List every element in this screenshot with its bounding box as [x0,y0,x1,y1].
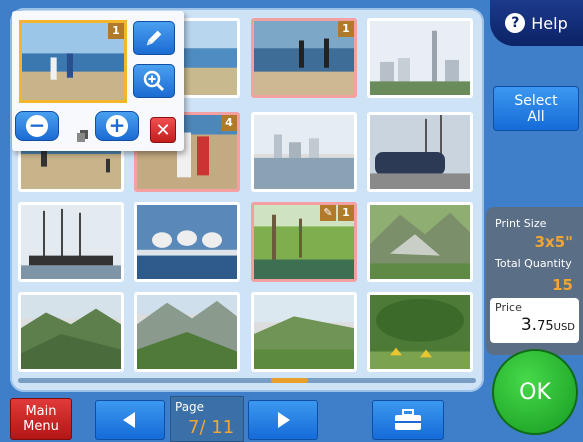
photo-thumb-3[interactable]: 1 [251,18,357,98]
total-quantity-label: Total Quantity [495,257,572,270]
zoom-in-icon [143,70,165,92]
photo-thumb-4[interactable] [367,18,473,98]
print-size-value: 3x5" [534,233,573,251]
edit-button[interactable] [133,21,175,55]
right-arrow-icon [278,412,290,428]
photo-thumb-13[interactable] [18,292,124,372]
total-quantity-value: 15 [552,276,573,294]
print-size-label: Print Size [495,217,547,230]
price-label: Price [495,301,522,314]
scrollbar-thumb[interactable] [271,378,308,383]
price-box: Price 3.75USD [490,298,579,343]
select-all-button[interactable]: Select All [493,86,579,131]
zoom-button[interactable] [133,64,175,98]
page-indicator: Page 7/ 11 [170,396,244,442]
main-menu-line1: Main [25,404,57,419]
quantity-badge: 1 [108,23,124,39]
plus-icon: + [106,115,128,137]
previous-page-button[interactable] [95,400,165,440]
help-label: Help [531,13,568,33]
toolbox-icon [395,409,421,430]
photo-thumb-16[interactable] [367,292,473,372]
next-page-button[interactable] [248,400,318,440]
help-icon: ? [505,13,526,33]
select-all-label-line2: All [527,108,545,125]
left-arrow-icon [123,412,135,428]
photo-thumb-9[interactable] [18,202,124,282]
pencil-icon [146,30,162,46]
increase-quantity-button[interactable]: + [95,111,139,141]
photo-thumb-11[interactable]: ✎ 1 [251,202,357,282]
price-currency: USD [553,322,575,333]
order-summary-panel: Print Size 3x5" Total Quantity 15 Price … [486,207,583,355]
close-popup-button[interactable]: ✕ [150,117,176,143]
photo-thumb-10[interactable] [134,202,240,282]
photo-thumb-14[interactable] [134,292,240,372]
ok-label: OK [519,379,551,405]
quantity-badge: 1 [338,205,354,221]
photo-edit-popup: 1 − + ✕ [12,11,184,151]
page-value: 7/ 11 [188,417,235,438]
popup-photo-preview[interactable]: 1 [19,20,127,103]
close-icon: ✕ [155,120,171,141]
help-button[interactable]: ? Help [490,0,583,46]
toolbox-button[interactable] [372,400,444,440]
main-menu-button[interactable]: Main Menu [10,398,72,440]
price-value: 3.75USD [521,315,575,335]
select-all-label-line1: Select [514,92,558,109]
ok-button[interactable]: OK [492,349,578,435]
edited-mark-icon: ✎ [320,205,336,221]
minus-icon: − [26,115,48,137]
main-menu-line2: Menu [23,419,59,434]
page-label: Page [175,400,205,414]
decrease-quantity-button[interactable]: − [15,111,59,141]
quantity-badge: 1 [338,21,354,37]
photo-thumb-12[interactable] [367,202,473,282]
copy-icon [77,130,88,142]
photo-thumb-8[interactable] [367,112,473,192]
photo-thumb-7[interactable] [251,112,357,192]
price-cents: 75 [537,319,554,334]
photo-thumb-15[interactable] [251,292,357,372]
quantity-badge: 4 [221,115,237,131]
price-main: 3. [520,315,538,335]
grid-scrollbar[interactable] [18,378,476,383]
